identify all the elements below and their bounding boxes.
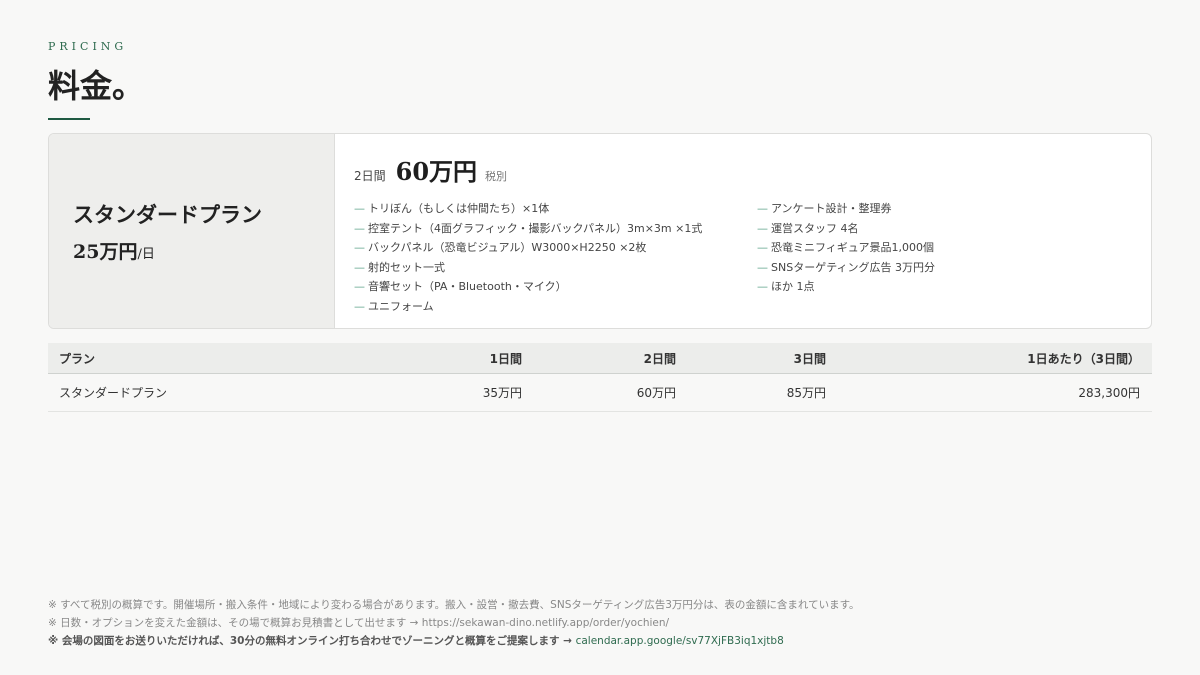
plan-features: — トリぼん（もしくは仲間たち）×1体 — 控室テント（4面グラフィック・撮影バック… bbox=[354, 199, 1131, 316]
feature-item: — 恐竜ミニフィギュア景品1,000個 bbox=[757, 238, 935, 258]
dash-icon: — bbox=[354, 280, 365, 293]
feature-text: 控室テント（4面グラフィック・撮影バックパネル）3m×3m ×1式 bbox=[368, 221, 703, 235]
cell-price-1day: 35万円 bbox=[378, 373, 522, 412]
feature-text: バックパネル（恐竜ビジュアル）W3000×H2250 ×2枚 bbox=[368, 241, 647, 254]
feature-item: — アンケート設計・整理券 bbox=[757, 199, 935, 219]
title-underline bbox=[48, 118, 90, 120]
dash-icon: — bbox=[354, 221, 365, 235]
feature-item: — SNSターゲティング広告 3万円分 bbox=[757, 258, 935, 278]
dash-icon: — bbox=[757, 221, 768, 235]
feature-text: トリぼん（もしくは仲間たち）×1体 bbox=[368, 202, 550, 215]
dash-icon: — bbox=[757, 241, 768, 254]
feature-list-left: — トリぼん（もしくは仲間たち）×1体 — 控室テント（4面グラフィック・撮影バック… bbox=[354, 199, 757, 316]
cell-price-2day: 60万円 bbox=[522, 373, 676, 412]
feature-text: SNSターゲティング広告 3万円分 bbox=[771, 260, 936, 274]
footnote-consult: ※ 会場の図面をお送りいただければ、30分の無料オンライン打ち合わせでゾーニング… bbox=[48, 632, 860, 650]
plan-price-line: 2日間 60万円 税別 bbox=[354, 152, 1131, 187]
feature-text: 恐竜ミニフィギュア景品1,000個 bbox=[771, 241, 935, 254]
feature-item: — バックパネル（恐竜ビジュアル）W3000×H2250 ×2枚 bbox=[354, 238, 757, 258]
column-header-per-day: 1日あたり（3日間） bbox=[826, 343, 1152, 374]
plan-card: スタンダードプラン 25万円/日 2日間 60万円 税別 — トリぼん（もしくは仲… bbox=[48, 133, 1152, 329]
plan-daily-price: 25万円/日 bbox=[73, 237, 334, 264]
feature-item: — ユニフォーム bbox=[354, 297, 757, 317]
feature-item: — 音響セット（PA・Bluetooth・マイク） bbox=[354, 277, 757, 297]
calendar-link[interactable]: calendar.app.google/sv77XjFB3iq1xjtb8 bbox=[576, 635, 784, 647]
feature-text: ユニフォーム bbox=[368, 299, 434, 313]
feature-text: 運営スタッフ 4名 bbox=[771, 221, 859, 235]
feature-text: ほか 1点 bbox=[771, 280, 815, 293]
plan-period: 2日間 bbox=[354, 169, 386, 183]
dash-icon: — bbox=[757, 260, 768, 274]
cell-plan-name: スタンダードプラン bbox=[48, 373, 378, 412]
feature-item: — 運営スタッフ 4名 bbox=[757, 219, 935, 239]
plan-details: 2日間 60万円 税別 — トリぼん（もしくは仲間たち）×1体 — 控室テント（4面… bbox=[335, 134, 1151, 328]
footnote-consult-text: ※ 会場の図面をお送りいただければ、30分の無料オンライン打ち合わせでゾーニング… bbox=[48, 635, 572, 647]
plan-summary: スタンダードプラン 25万円/日 bbox=[49, 134, 335, 328]
column-header-1day: 1日間 bbox=[378, 343, 522, 374]
section-eyebrow: PRICING bbox=[48, 40, 128, 53]
price-table: プラン 1日間 2日間 3日間 1日あたり（3日間） スタンダードプラン 35万… bbox=[48, 343, 1152, 412]
dash-icon: — bbox=[354, 260, 365, 274]
column-header-3day: 3日間 bbox=[676, 343, 826, 374]
table-header-row: プラン 1日間 2日間 3日間 1日あたり（3日間） bbox=[48, 343, 1152, 374]
feature-item: — ほか 1点 bbox=[757, 277, 935, 297]
plan-name: スタンダードプラン bbox=[73, 201, 262, 227]
column-header-2day: 2日間 bbox=[522, 343, 676, 374]
page-title: 料金。 bbox=[48, 67, 145, 105]
plan-daily-unit: /日 bbox=[137, 246, 155, 262]
dash-icon: — bbox=[354, 202, 365, 215]
feature-item: — 控室テント（4面グラフィック・撮影バックパネル）3m×3m ×1式 bbox=[354, 219, 757, 239]
footnote-tax: ※ すべて税別の概算です。開催場所・搬入条件・地域により変わる場合があります。搬… bbox=[48, 599, 860, 611]
dash-icon: — bbox=[354, 299, 365, 313]
cell-price-per-day: 283,300円 bbox=[826, 373, 1152, 412]
cell-price-3day: 85万円 bbox=[676, 373, 826, 412]
dash-icon: — bbox=[757, 202, 768, 215]
dash-icon: — bbox=[757, 280, 768, 293]
plan-daily-amount: 25万円 bbox=[73, 240, 138, 263]
footnotes: ※ すべて税別の概算です。開催場所・搬入条件・地域により変わる場合があります。搬… bbox=[48, 596, 860, 650]
footnote-estimate: ※ 日数・オプションを変えた金額は、その場で概算お見積書として出せます → ht… bbox=[48, 617, 670, 629]
feature-list-right: — アンケート設計・整理券 — 運営スタッフ 4名 — 恐竜ミニフィギュア景品1,00… bbox=[757, 199, 935, 316]
feature-item: — 射的セット一式 bbox=[354, 258, 757, 278]
plan-price: 60万円 bbox=[395, 157, 478, 186]
column-header-plan: プラン bbox=[48, 343, 378, 374]
feature-text: アンケート設計・整理券 bbox=[771, 202, 892, 215]
feature-text: 音響セット（PA・Bluetooth・マイク） bbox=[368, 280, 567, 293]
plan-tax-note: 税別 bbox=[485, 170, 508, 183]
dash-icon: — bbox=[354, 241, 365, 254]
table-row: スタンダードプラン 35万円 60万円 85万円 283,300円 bbox=[48, 373, 1152, 412]
feature-text: 射的セット一式 bbox=[368, 260, 445, 274]
feature-item: — トリぼん（もしくは仲間たち）×1体 bbox=[354, 199, 757, 219]
